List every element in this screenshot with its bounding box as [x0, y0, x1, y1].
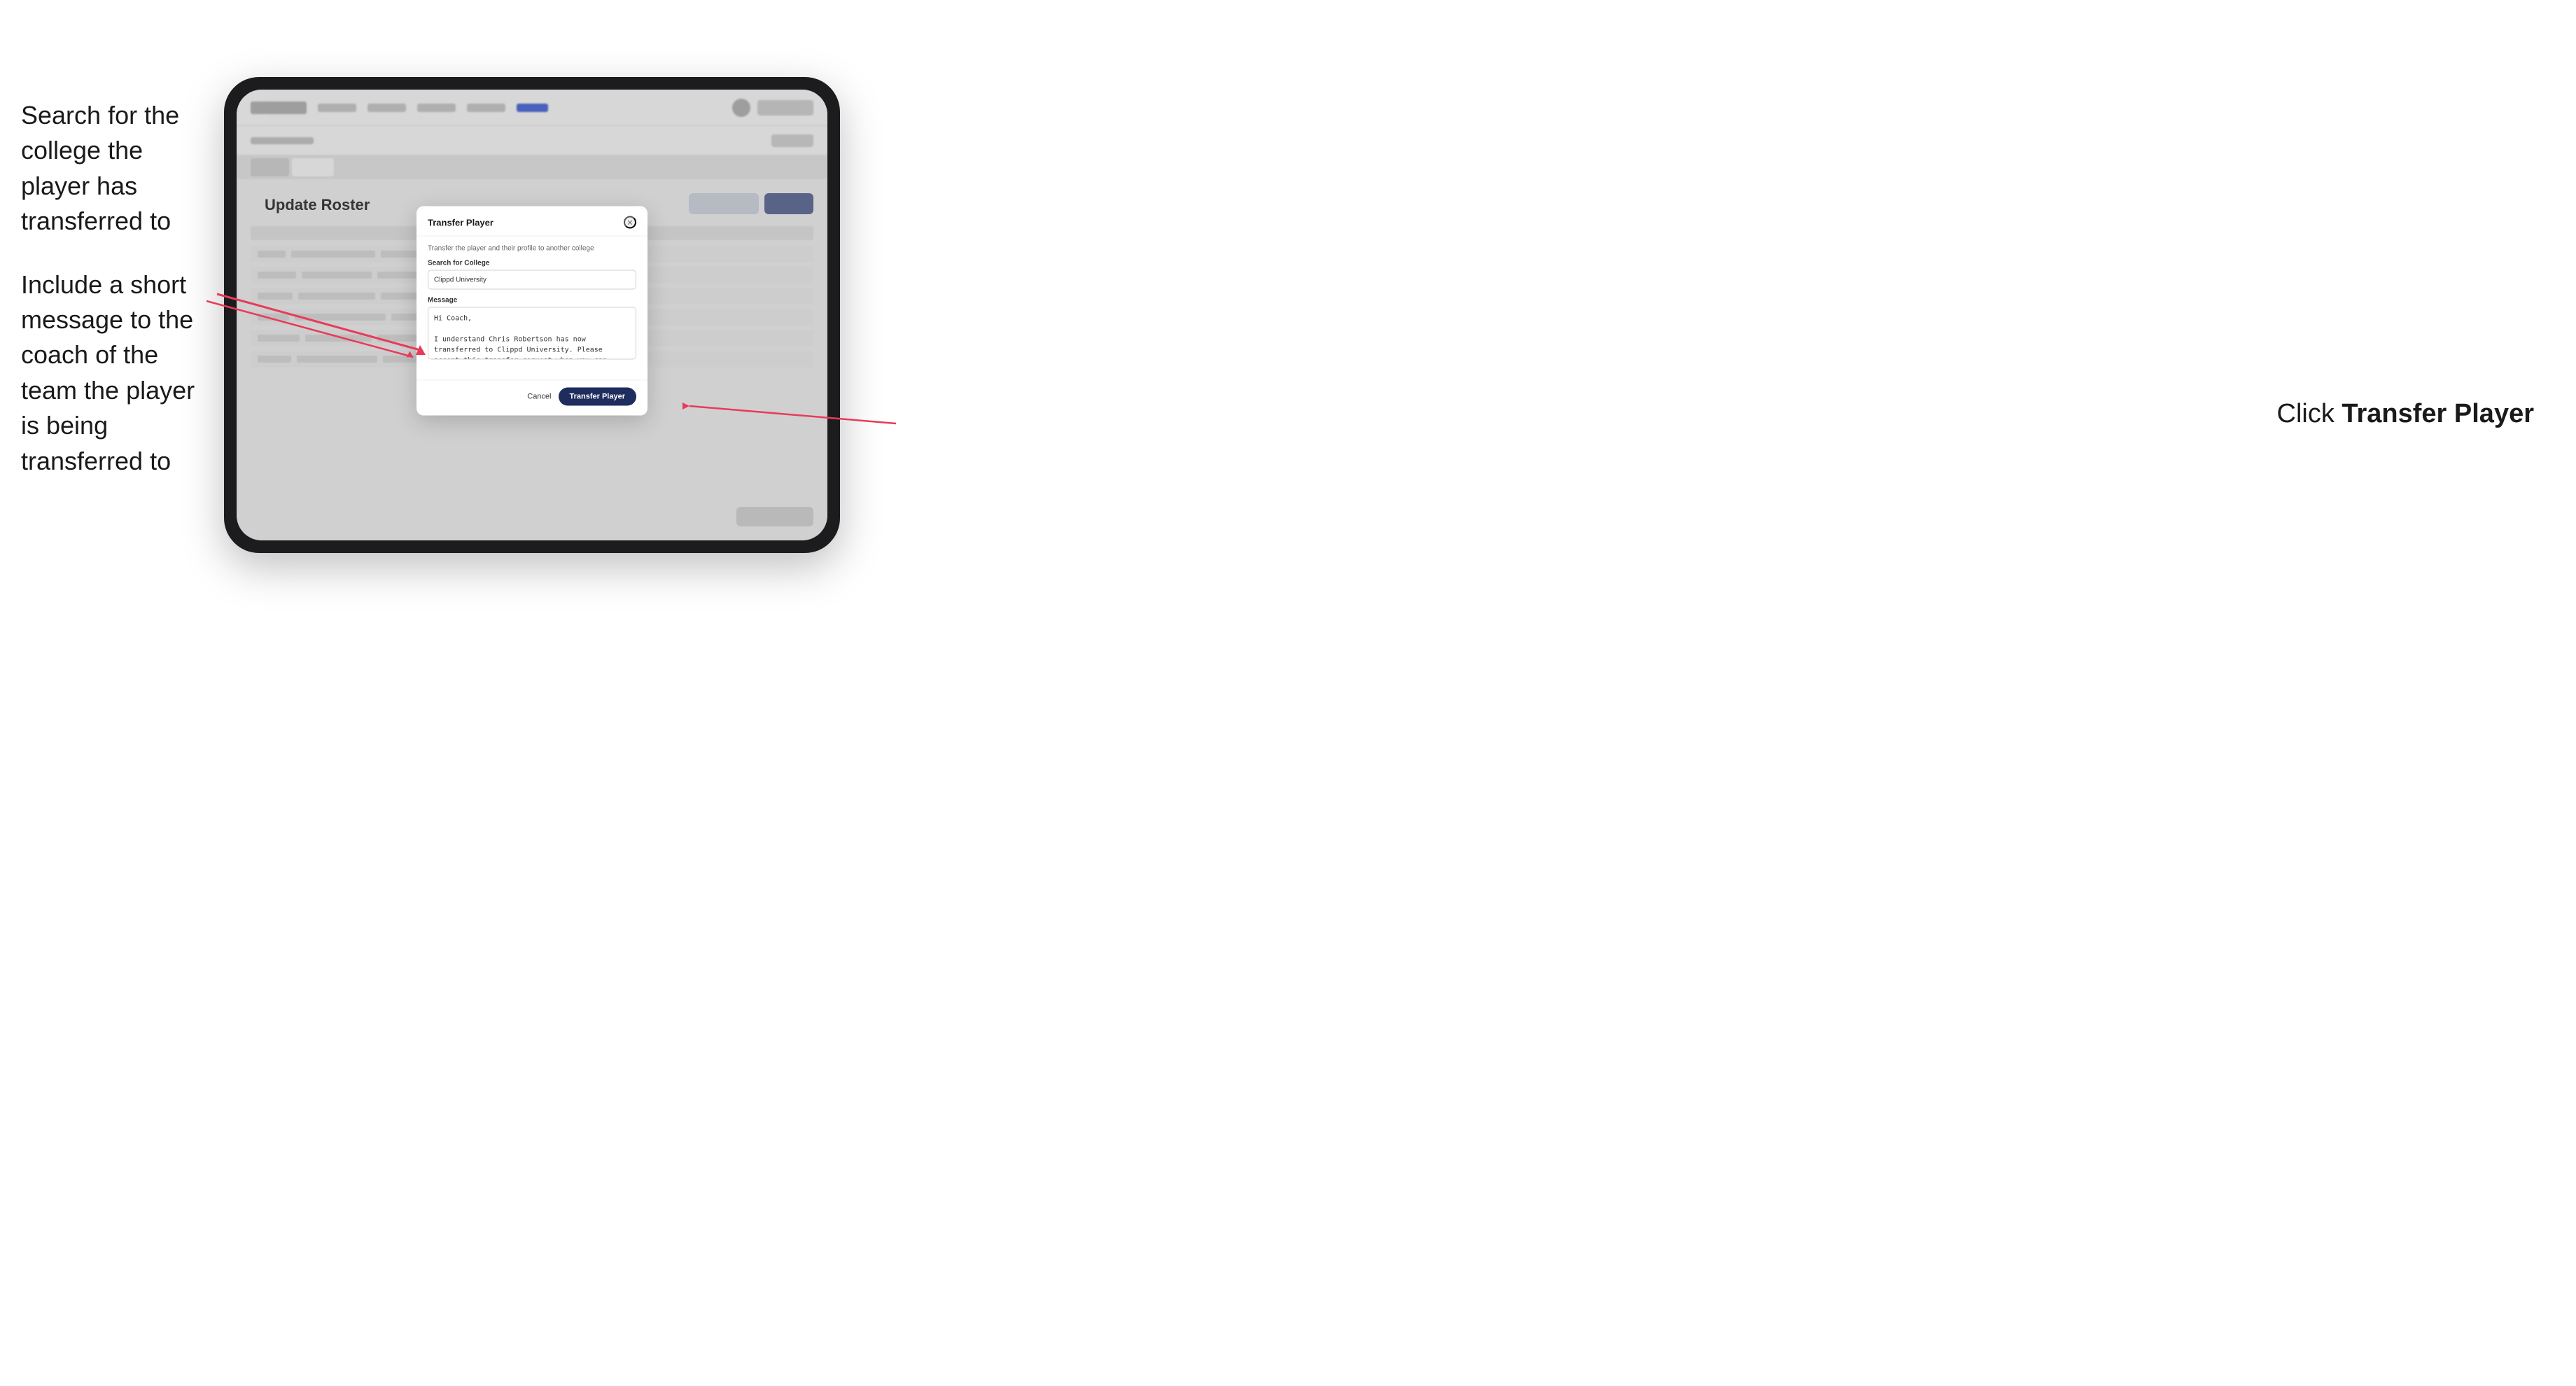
- left-annotation-text-2: Include a short message to the coach of …: [21, 267, 217, 479]
- modal-close-button[interactable]: ×: [624, 216, 636, 229]
- message-textarea[interactable]: Hi Coach, I understand Chris Robertson h…: [428, 307, 636, 360]
- modal-description: Transfer the player and their profile to…: [428, 245, 636, 253]
- left-annotation-text-1: Search for the college the player has tr…: [21, 98, 217, 239]
- left-annotation: Search for the college the player has tr…: [21, 98, 217, 507]
- modal-footer: Cancel Transfer Player: [416, 380, 648, 416]
- modal-overlay: Transfer Player × Transfer the player an…: [237, 90, 827, 540]
- search-college-label: Search for College: [428, 260, 636, 267]
- right-annotation-prefix: Click: [2277, 399, 2342, 428]
- ipad-frame: Update Roster: [224, 77, 840, 553]
- message-label: Message: [428, 297, 636, 304]
- modal-header: Transfer Player ×: [416, 206, 648, 237]
- search-college-input[interactable]: [428, 270, 636, 290]
- right-annotation: Click Transfer Player: [2277, 399, 2535, 429]
- transfer-player-button[interactable]: Transfer Player: [559, 388, 637, 406]
- transfer-player-modal: Transfer Player × Transfer the player an…: [416, 206, 648, 416]
- right-annotation-bold: Transfer Player: [2342, 399, 2534, 428]
- cancel-button[interactable]: Cancel: [527, 393, 551, 401]
- modal-body: Transfer the player and their profile to…: [416, 237, 648, 380]
- modal-title: Transfer Player: [428, 217, 493, 227]
- ipad-screen: Update Roster: [237, 90, 827, 540]
